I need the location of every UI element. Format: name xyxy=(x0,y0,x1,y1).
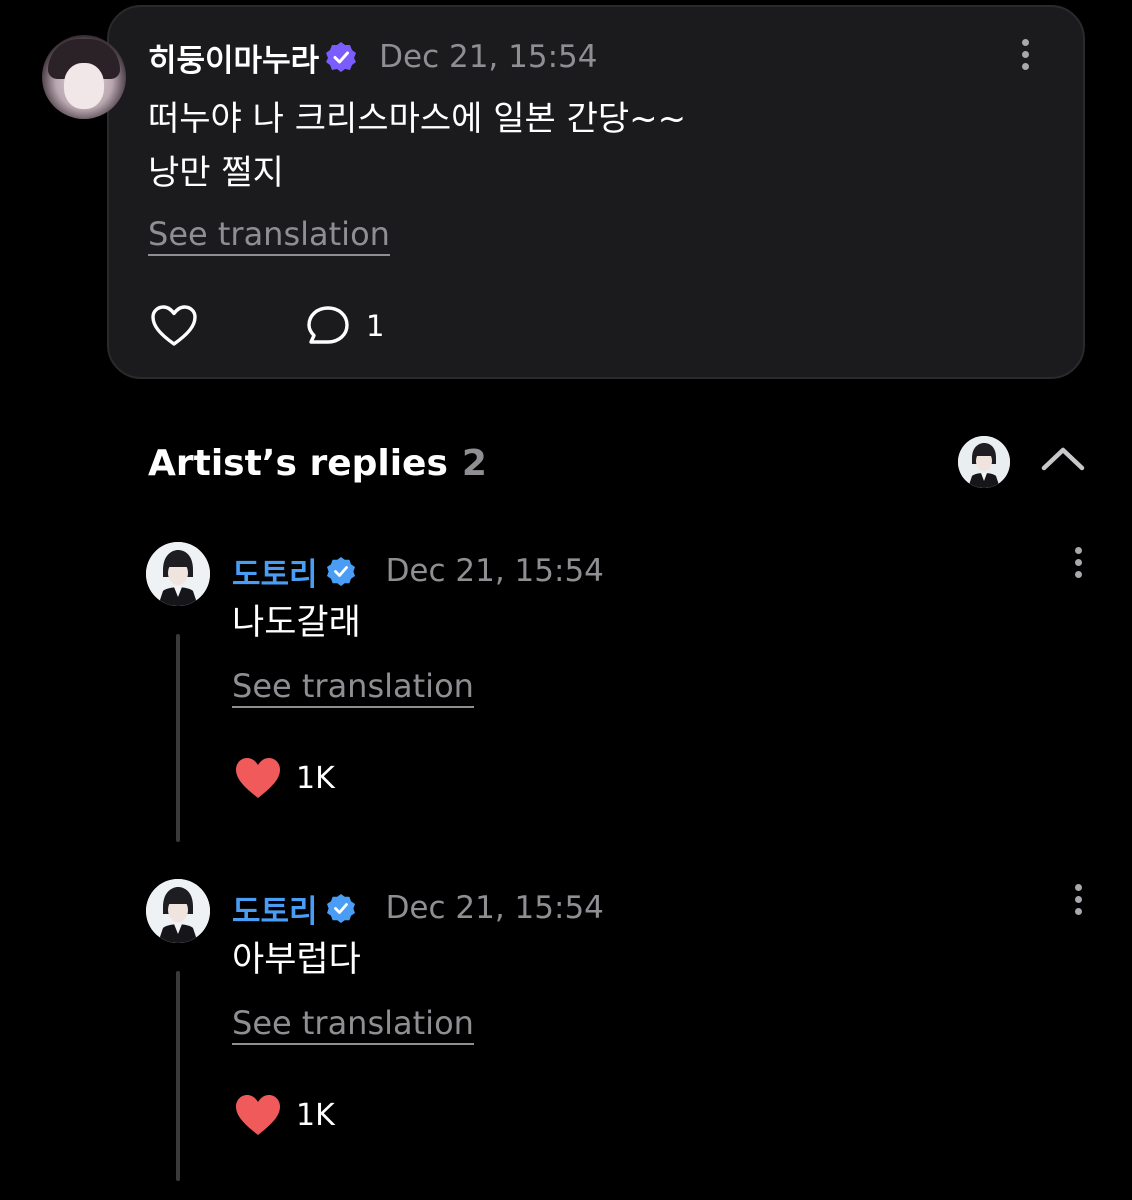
artist-replies-title: Artist’s replies xyxy=(148,442,448,484)
post-comment-button[interactable]: 1 xyxy=(306,304,384,348)
artist-portrait xyxy=(958,436,1010,488)
artist-reply-avatar[interactable] xyxy=(146,542,210,606)
avatar-face xyxy=(64,63,104,109)
speech-bubble-icon xyxy=(307,306,349,344)
comment-count: 1 xyxy=(366,309,385,343)
reply-see-translation-link[interactable]: See translation xyxy=(232,1005,474,1045)
thread-line xyxy=(176,971,180,1181)
post-see-translation-link[interactable]: See translation xyxy=(148,216,390,256)
reply-text: 아부럽다 xyxy=(232,940,361,980)
reply-like-button[interactable]: 1K xyxy=(234,754,335,802)
reply-timestamp: Dec 21, 15:54 xyxy=(385,553,604,589)
artist-replies-header: Artist’s replies 2 xyxy=(148,440,487,486)
thread-line xyxy=(176,634,180,842)
artist-replies-count: 2 xyxy=(461,442,487,484)
post-timestamp: Dec 21, 15:54 xyxy=(379,39,598,75)
heart-filled-icon xyxy=(236,758,280,798)
post-header: 히둥이마누라 Dec 21, 15:54 xyxy=(148,34,597,80)
reply-author-name[interactable]: 도토리 xyxy=(232,886,318,931)
reply-see-translation-link[interactable]: See translation xyxy=(232,668,474,708)
reply-text: 나도갈래 xyxy=(232,603,361,643)
reply-like-button[interactable]: 1K xyxy=(234,1091,335,1139)
artist-avatar[interactable] xyxy=(958,436,1010,488)
post-text-line-1: 떠누야 나 크리스마스에 일본 간당~~ xyxy=(148,99,687,139)
artist-portrait xyxy=(146,879,210,943)
heart-outline-icon[interactable] xyxy=(150,304,198,348)
post-more-icon[interactable] xyxy=(1020,38,1032,74)
reply-header: 도토리 Dec 21, 15:54 xyxy=(232,548,604,594)
reply-like-count: 1K xyxy=(296,760,335,796)
reply-author-name[interactable]: 도토리 xyxy=(232,549,318,594)
reply-more-icon[interactable] xyxy=(1073,546,1085,582)
post-text-line-2: 낭만 쩔지 xyxy=(148,153,284,193)
reply-timestamp: Dec 21, 15:54 xyxy=(385,890,604,926)
artist-portrait xyxy=(146,542,210,606)
verified-badge-icon xyxy=(326,42,357,72)
post-author-name[interactable]: 히둥이마누라 xyxy=(148,35,319,80)
artist-reply-avatar[interactable] xyxy=(146,879,210,943)
post-body: 떠누야 나 크리스마스에 일본 간당~~ 낭만 쩔지 xyxy=(148,92,686,200)
reply-more-icon[interactable] xyxy=(1073,883,1085,919)
chevron-up-icon[interactable] xyxy=(1040,444,1086,474)
heart-filled-icon xyxy=(236,1095,280,1135)
verified-badge-icon xyxy=(326,894,355,923)
reply-header: 도토리 Dec 21, 15:54 xyxy=(232,885,604,931)
reply-like-count: 1K xyxy=(296,1097,335,1133)
post-author-avatar[interactable] xyxy=(42,35,126,119)
verified-badge-icon xyxy=(326,557,355,586)
